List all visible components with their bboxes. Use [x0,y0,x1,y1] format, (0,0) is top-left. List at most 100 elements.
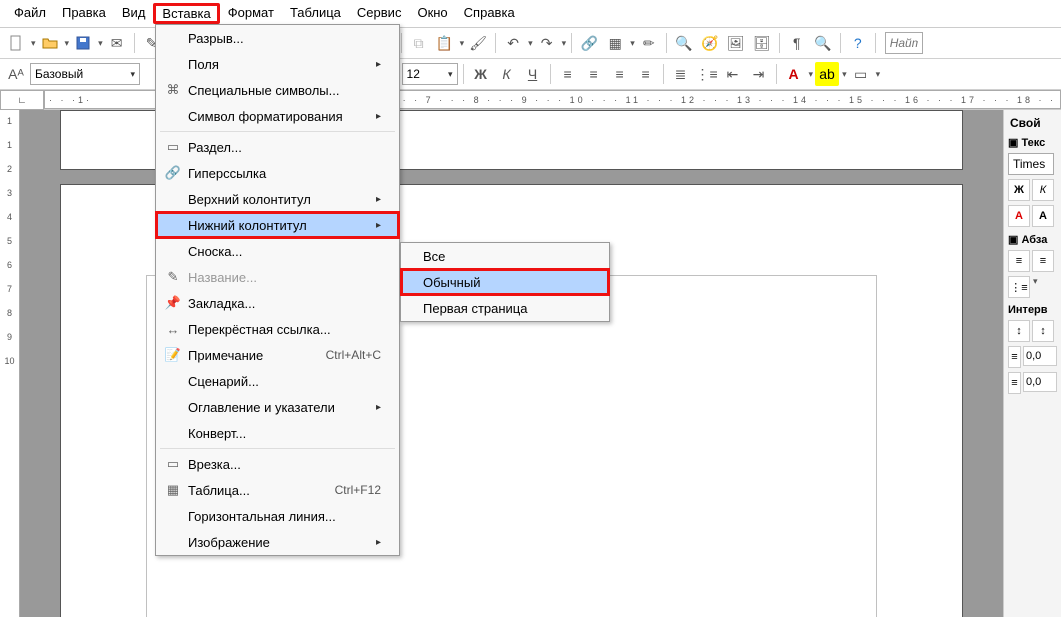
font-size-input[interactable] [407,67,444,81]
navigator-button[interactable]: 🧭 [698,31,722,55]
fontcolor-button[interactable]: A [1008,205,1030,227]
menu-item[interactable]: ▭Раздел... [156,134,399,160]
menu-item[interactable]: ✎Название... [156,264,399,290]
hyperlink-button[interactable]: 🔗 [577,31,601,55]
menu-table[interactable]: Таблица [282,3,349,24]
submenu-arrow-icon: ▸ [376,194,381,205]
menu-format[interactable]: Формат [220,3,282,24]
para-style-combo[interactable]: ▾ [30,63,140,85]
font-size-combo[interactable]: ▾ [402,63,458,85]
spacing-above-input[interactable] [1023,346,1057,366]
find-button[interactable]: 🔍 [672,31,696,55]
new-doc-button[interactable] [4,31,28,55]
datasources-button[interactable]: 🗄 [750,31,774,55]
menu-item-label: Горизонтальная линия... [184,509,381,524]
bullet-list-button[interactable]: ⋮≡ [695,62,719,86]
spacing-inc-button[interactable]: ↕ [1032,320,1054,342]
styles-button[interactable]: Aᴬ [4,62,28,86]
menu-item-label: Таблица... [184,483,315,498]
menu-item-icon: 📝 [162,347,184,363]
align-justify-button[interactable]: ≡ [634,62,658,86]
draw-button[interactable]: ✏ [637,31,661,55]
para-style-input[interactable] [35,67,126,81]
menu-item-icon: ▭ [162,456,184,472]
menu-item-icon: 📌 [162,295,184,311]
spacing-dec-button[interactable]: ↕ [1008,320,1030,342]
section-paragraph: ▣ Абза [1006,229,1059,248]
table-button[interactable]: ▦ [603,31,627,55]
menu-item[interactable]: 📝ПримечаниеCtrl+Alt+C [156,342,399,368]
menu-item[interactable]: Сценарий... [156,368,399,394]
dropdown-icon[interactable]: ▾ [444,69,453,80]
menu-item[interactable]: ▭Врезка... [156,451,399,477]
dropdown-icon[interactable]: ▾ [97,38,103,49]
align-left-button[interactable]: ≡ [1008,250,1030,272]
menu-item[interactable]: Разрыв... [156,25,399,51]
bullet-button[interactable]: ⋮≡ [1008,276,1030,298]
menu-item[interactable]: Изображение▸ [156,529,399,555]
highlight-button[interactable]: ab [815,62,839,86]
dropdown-icon[interactable]: ▾ [64,38,70,49]
submenu-item[interactable]: Все [401,243,609,269]
fontcolor2-button[interactable]: A [1032,205,1054,227]
bold-button[interactable]: Ж [469,62,493,86]
align-center-button[interactable]: ≡ [1032,250,1054,272]
menu-item[interactable]: Горизонтальная линия... [156,503,399,529]
menu-item[interactable]: ↔Перекрёстная ссылка... [156,316,399,342]
open-button[interactable] [38,31,62,55]
menu-item[interactable]: ⌘Специальные символы... [156,77,399,103]
numbered-list-button[interactable]: ≣ [669,62,693,86]
menu-view[interactable]: Вид [114,3,154,24]
dropdown-icon[interactable]: ▾ [126,69,135,80]
menu-item[interactable]: ▦Таблица...Ctrl+F12 [156,477,399,503]
zoom-button[interactable]: 🔍 [811,31,835,55]
format-paint-button[interactable]: 🖌 [466,31,490,55]
save-button[interactable] [71,31,95,55]
vertical-ruler[interactable]: 112345678910 [0,110,20,617]
undo-button[interactable]: ↶ [501,31,525,55]
menu-item-label: Гиперссылка [184,166,381,181]
bold-button[interactable]: Ж [1008,179,1030,201]
search-box[interactable] [885,32,923,54]
indent-less-button[interactable]: ⇤ [721,62,745,86]
redo-button[interactable]: ↷ [535,31,559,55]
align-right-button[interactable]: ≡ [608,62,632,86]
menu-item[interactable]: 📌Закладка... [156,290,399,316]
font-color-button[interactable]: A [782,62,806,86]
menu-help[interactable]: Справка [456,3,523,24]
menu-window[interactable]: Окно [409,3,455,24]
menu-insert[interactable]: Вставка [153,3,219,24]
menu-item[interactable]: Верхний колонтитул▸ [156,186,399,212]
submenu-item[interactable]: Первая страница [401,295,609,321]
menu-item[interactable]: Сноска... [156,238,399,264]
indent-more-button[interactable]: ⇥ [747,62,771,86]
menu-item[interactable]: Оглавление и указатели▸ [156,394,399,420]
bgcolor-button[interactable]: ▭ [849,62,873,86]
nonprinting-button[interactable]: ¶ [785,31,809,55]
menu-item-label: Закладка... [184,296,381,311]
menu-item[interactable]: Нижний колонтитул▸ [156,212,399,238]
underline-button[interactable]: Ч [521,62,545,86]
font-name-combo[interactable] [1008,153,1054,175]
menu-edit[interactable]: Правка [54,3,114,24]
help-button[interactable]: ? [846,31,870,55]
menu-item[interactable]: 🔗Гиперссылка [156,160,399,186]
menu-file[interactable]: Файл [6,3,54,24]
align-center-button[interactable]: ≡ [582,62,606,86]
gallery-button[interactable]: 🖼 [724,31,748,55]
italic-button[interactable]: К [1032,179,1054,201]
spacing-label: Интерв [1006,300,1059,318]
submenu-item[interactable]: Обычный [401,269,609,295]
spacing-below-input[interactable] [1023,372,1057,392]
copy-button[interactable]: ⧉ [407,31,431,55]
menu-item[interactable]: Символ форматирования▸ [156,103,399,129]
paste-button[interactable]: 📋 [433,31,457,55]
align-left-button[interactable]: ≡ [556,62,580,86]
menu-tools[interactable]: Сервис [349,3,410,24]
email-button[interactable]: ✉ [105,31,129,55]
dropdown-icon[interactable]: ▾ [30,38,36,49]
search-input[interactable] [890,36,918,50]
menu-item[interactable]: Поля▸ [156,51,399,77]
italic-button[interactable]: К [495,62,519,86]
menu-item[interactable]: Конверт... [156,420,399,446]
